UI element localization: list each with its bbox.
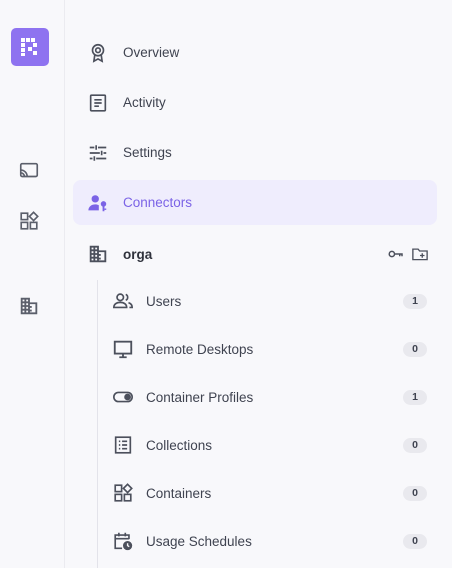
nav-item-connectors[interactable]: Connectors — [73, 180, 437, 225]
logo-icon — [21, 38, 37, 56]
icon-rail — [0, 0, 65, 568]
count-badge: 0 — [403, 437, 427, 453]
users-icon — [112, 290, 134, 312]
org-actions — [387, 245, 429, 263]
tree-item-containers[interactable]: Containers 0 — [105, 471, 427, 515]
monitor-icon — [112, 338, 134, 360]
tree-item-label: Container Profiles — [146, 389, 254, 405]
tree-item-label: Containers — [146, 485, 212, 501]
cast-icon[interactable] — [18, 160, 40, 182]
nav-item-label: Settings — [123, 145, 172, 160]
widgets-icon[interactable] — [18, 210, 40, 232]
nav-item-overview[interactable]: Overview — [73, 30, 437, 75]
tree-item-usage-schedules[interactable]: Usage Schedules 0 — [105, 519, 427, 563]
tree-item-label: Collections — [146, 437, 213, 453]
nav-item-activity[interactable]: Activity — [73, 80, 437, 125]
building-icon — [87, 243, 109, 265]
calendar-clock-icon — [112, 530, 134, 552]
count-badge: 1 — [403, 293, 427, 309]
navigation-panel: Overview Activity Settings Connectors or… — [65, 0, 452, 568]
document-icon — [87, 92, 109, 114]
tree-item-container-profiles[interactable]: Container Profiles 1 — [105, 375, 427, 419]
tree-item-collections[interactable]: Collections 0 — [105, 423, 427, 467]
building-icon[interactable] — [18, 295, 40, 317]
widgets-icon — [112, 482, 134, 504]
user-key-icon — [87, 192, 109, 214]
app-logo[interactable] — [11, 28, 49, 66]
toggle-icon — [112, 386, 134, 408]
tree-item-label: Remote Desktops — [146, 341, 254, 357]
nav-item-label: Activity — [123, 95, 166, 110]
tree-item-remote-desktops[interactable]: Remote Desktops 0 — [105, 327, 427, 371]
nav-item-label: Connectors — [123, 195, 193, 210]
nav-item-label: Overview — [123, 45, 180, 60]
count-badge: 0 — [403, 533, 427, 549]
tree-guide-line — [97, 280, 98, 568]
nav-item-settings[interactable]: Settings — [73, 130, 437, 175]
count-badge: 0 — [403, 485, 427, 501]
count-badge: 1 — [403, 389, 427, 405]
tree-item-label: Users — [146, 293, 182, 309]
tree-item-users[interactable]: Users 1 — [105, 279, 427, 323]
tree-item-label: Usage Schedules — [146, 533, 252, 549]
org-name: orga — [123, 246, 153, 262]
count-badge: 0 — [403, 341, 427, 357]
sliders-icon — [87, 142, 109, 164]
list-icon — [112, 434, 134, 456]
key-icon[interactable] — [387, 245, 405, 263]
org-header[interactable]: orga — [73, 232, 437, 276]
folder-add-icon[interactable] — [411, 245, 429, 263]
award-icon — [87, 42, 109, 64]
